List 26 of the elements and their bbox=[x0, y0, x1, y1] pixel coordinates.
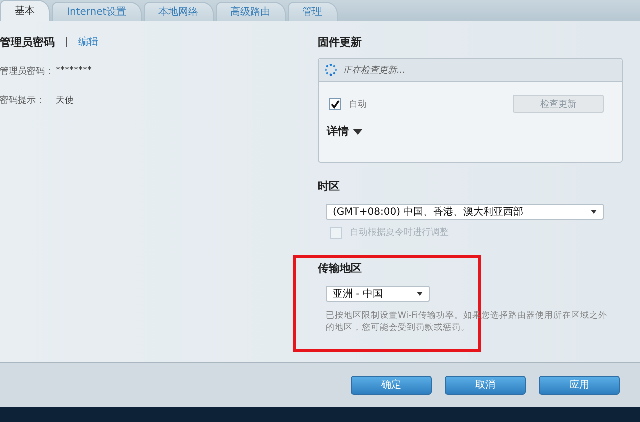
spinner-icon bbox=[325, 64, 337, 76]
field-label: 密码提示： bbox=[0, 94, 46, 106]
section-title: 传输地区 bbox=[318, 261, 363, 276]
checkbox[interactable] bbox=[329, 98, 341, 110]
tab[interactable]: 本地网络 bbox=[144, 2, 214, 21]
tab[interactable]: Internet设置 bbox=[52, 2, 142, 21]
tab[interactable]: 高级路由 bbox=[216, 2, 286, 21]
separator: | bbox=[65, 36, 68, 48]
field-label: 管理员密码： bbox=[0, 66, 55, 78]
field-value: 天使 bbox=[56, 94, 74, 106]
action-button[interactable]: 应用 bbox=[539, 376, 620, 394]
tab[interactable]: 基本 bbox=[0, 0, 50, 21]
section-title: 时区 bbox=[318, 179, 341, 194]
section-title: 固件更新 bbox=[318, 35, 363, 50]
section-title: 管理员密码 bbox=[0, 34, 55, 50]
details-toggle[interactable]: 详情 bbox=[327, 124, 363, 139]
tab[interactable]: 管理 bbox=[288, 2, 338, 21]
field-value: ******** bbox=[56, 66, 92, 76]
action-button[interactable]: 取消 bbox=[445, 376, 526, 394]
edit-link[interactable]: 编辑 bbox=[78, 35, 98, 49]
action-button[interactable]: 确定 bbox=[351, 376, 432, 394]
region-dropdown[interactable]: 亚洲 - 中国 bbox=[326, 286, 430, 302]
checkbox-label: 自动根据夏令时进行调整 bbox=[350, 226, 449, 239]
timezone-dropdown[interactable]: (GMT+08:00) 中国、香港、澳大利亚西部 bbox=[326, 204, 604, 220]
checkbox-label: 自动 bbox=[349, 98, 367, 110]
status-text: 正在检查更新... bbox=[343, 64, 406, 76]
